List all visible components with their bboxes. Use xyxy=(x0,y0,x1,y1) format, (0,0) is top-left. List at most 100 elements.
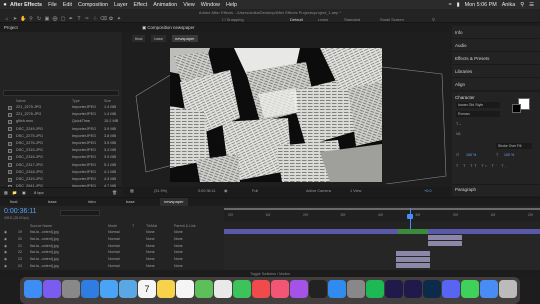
snapshot-icon[interactable]: ◉ xyxy=(224,187,227,196)
eraser-tool-icon[interactable]: ⌫ xyxy=(100,17,107,22)
info-panel[interactable]: Info xyxy=(452,26,540,39)
bpc-label[interactable]: 8 bpc xyxy=(34,190,44,195)
libraries-panel[interactable]: Libraries xyxy=(452,65,540,78)
wifi-icon[interactable]: ≈ xyxy=(449,2,452,8)
folder-icon[interactable] xyxy=(119,280,137,298)
timeline-layer-row[interactable]: ◉ 23 flat-la...ontent].jpg Normal None None xyxy=(0,256,222,262)
project-file-row[interactable]: DSC_2317.JPG ImporterJPEG 5.1 MB xyxy=(0,162,122,169)
menu-view[interactable]: View xyxy=(183,2,195,8)
control-center-icon[interactable]: ☰ xyxy=(529,2,534,8)
appstore-icon[interactable] xyxy=(328,280,346,298)
rotate-tool-icon[interactable]: ↻ xyxy=(36,17,42,22)
facetime-icon[interactable] xyxy=(233,280,251,298)
layer-mode-dropdown[interactable]: Normal xyxy=(108,229,120,235)
layer-mode-dropdown[interactable]: Normal xyxy=(108,243,120,249)
trash-small-icon[interactable]: 🗑 xyxy=(112,190,117,195)
visibility-eye-icon[interactable]: ◉ xyxy=(4,256,7,262)
project-file-row[interactable]: DSC_2319.JPG ImporterJPEG 4.3 MB xyxy=(0,176,122,183)
comp-tab-final[interactable]: final xyxy=(132,35,146,42)
menu-window[interactable]: Window xyxy=(201,2,220,8)
comp-tab-newspaper[interactable]: newspaper xyxy=(172,35,198,42)
exposure-value[interactable]: +0.0 xyxy=(424,187,432,196)
visibility-eye-icon[interactable]: ◉ xyxy=(4,229,7,235)
playhead-handle[interactable] xyxy=(407,214,413,219)
timeline-tab-intro[interactable]: intro xyxy=(88,198,96,206)
composition-panel-title[interactable]: ▣ Composition newspaper xyxy=(124,24,450,32)
music-icon[interactable] xyxy=(271,280,289,298)
messages-icon[interactable] xyxy=(461,280,479,298)
layer-bar[interactable] xyxy=(428,235,462,240)
timeline-layer-row[interactable]: ◉ 22 flat-la...ontent].jpg Normal None None xyxy=(0,249,222,255)
layer-parent-dropdown[interactable]: None xyxy=(174,229,183,235)
premiere-icon[interactable] xyxy=(404,280,422,298)
snapping-toggle[interactable]: ☐ Snapping xyxy=(222,17,244,22)
layer-mode-dropdown[interactable]: Normal xyxy=(108,256,120,262)
project-file-row[interactable]: DSC_2275.JPG ImporterJPEG 3.8 MB xyxy=(0,133,122,140)
layer-source-name[interactable]: flat-la...ontent].jpg xyxy=(30,256,59,262)
current-time[interactable]: 0:00:36:11 xyxy=(198,187,216,196)
timeline-search-input[interactable] xyxy=(60,210,100,216)
project-file-row[interactable]: DSC_2316.JPG ImporterJPEG 3.9 MB xyxy=(0,154,122,161)
layer-trkmat-dropdown[interactable]: None xyxy=(146,263,155,269)
project-file-row[interactable]: DSC_2318.JPG ImporterJPEG 4.1 MB xyxy=(0,169,122,176)
workspace-small-screen[interactable]: Small Screen xyxy=(380,17,404,22)
workspace-default[interactable]: Default xyxy=(290,17,303,22)
time-ruler[interactable]: 20f 10f 20f 30f 40f 50f 00f 10f 20f xyxy=(224,210,540,222)
project-file-row[interactable]: glitch.mov QuickTime 15.2 MB xyxy=(0,118,122,125)
paragraph-panel[interactable]: Paragraph xyxy=(452,184,540,194)
clock[interactable]: Mon 5:06 PM xyxy=(465,2,497,8)
horizontal-scale-value[interactable]: 100 % xyxy=(504,153,514,157)
project-search-input[interactable] xyxy=(3,90,119,96)
layer-mode-dropdown[interactable]: Normal xyxy=(108,249,120,255)
layer-source-name[interactable]: flat-la...ontent].jpg xyxy=(30,236,59,242)
menu-help[interactable]: Help xyxy=(226,2,237,8)
layer-trkmat-dropdown[interactable]: None xyxy=(146,243,155,249)
layer-trkmat-dropdown[interactable]: None xyxy=(146,256,155,262)
layer-bar[interactable] xyxy=(224,229,540,234)
reminders-icon[interactable] xyxy=(176,280,194,298)
timeline-tab-newspaper[interactable]: newspaper xyxy=(160,198,188,206)
vertical-scale-value[interactable]: 100 % xyxy=(466,153,476,157)
pan-behind-tool-icon[interactable]: ⨁ xyxy=(52,17,58,22)
visibility-eye-icon[interactable]: ◉ xyxy=(4,249,7,255)
visibility-eye-icon[interactable]: ◉ xyxy=(4,236,7,242)
safari-icon[interactable] xyxy=(81,280,99,298)
appletv-icon[interactable] xyxy=(309,280,327,298)
rectangle-tool-icon[interactable]: ▢ xyxy=(60,17,66,22)
project-panel-title[interactable]: Project xyxy=(0,24,122,32)
comp-tab-base[interactable]: base xyxy=(151,35,167,42)
composition-viewer-image[interactable] xyxy=(170,48,382,182)
mail-icon[interactable] xyxy=(100,280,118,298)
camera-dropdown[interactable]: Active Camera xyxy=(306,187,331,196)
layer-bar[interactable] xyxy=(428,241,462,246)
hand-tool-icon[interactable]: ✋ xyxy=(20,17,26,22)
spotify-icon[interactable] xyxy=(366,280,384,298)
layer-bar[interactable] xyxy=(396,263,430,268)
project-file-row[interactable]: DSC_2249.JPG ImporterJPEG 3.9 MB xyxy=(0,126,122,133)
visibility-eye-icon[interactable]: ◉ xyxy=(4,263,7,269)
pen-tool-icon[interactable]: ✒ xyxy=(68,17,74,22)
faux-style-buttons[interactable]: T T TT Tr T' T, xyxy=(456,164,508,168)
tracking-icon[interactable]: VA xyxy=(456,132,461,136)
project-file-row[interactable]: DSC_2315.JPG ImporterJPEG 3.4 MB xyxy=(0,147,122,154)
project-file-row[interactable]: 221_2275.JPG ImporterJPEG 1.4 MB xyxy=(0,104,122,111)
layer-source-name[interactable]: flat-la...ontent].jpg xyxy=(30,249,59,255)
work-area-bar[interactable] xyxy=(224,208,540,210)
menu-effect[interactable]: Effect xyxy=(134,2,148,8)
layer-parent-dropdown[interactable]: None xyxy=(174,243,183,249)
trash-icon[interactable] xyxy=(499,280,517,298)
layer-parent-dropdown[interactable]: None xyxy=(174,256,183,262)
timeline-layer-row[interactable]: ◉ 21 flat-la...ontent].jpg Normal None None xyxy=(0,243,222,249)
launchpad-icon[interactable] xyxy=(62,280,80,298)
maps-icon[interactable] xyxy=(195,280,213,298)
font-family-dropdown[interactable]: Iowan Old Style xyxy=(456,102,500,108)
home-icon[interactable]: ⌂ xyxy=(4,17,10,22)
layer-parent-dropdown[interactable]: None xyxy=(174,249,183,255)
layer-bar[interactable] xyxy=(396,257,430,262)
type-tool-icon[interactable]: T xyxy=(76,17,82,22)
notes-icon[interactable] xyxy=(157,280,175,298)
aftereffects-icon[interactable] xyxy=(385,280,403,298)
resolution-dropdown[interactable]: Full xyxy=(252,187,258,196)
photoshop-icon[interactable] xyxy=(423,280,441,298)
timeline-current-time[interactable]: 0:00:36:11 xyxy=(4,208,37,215)
